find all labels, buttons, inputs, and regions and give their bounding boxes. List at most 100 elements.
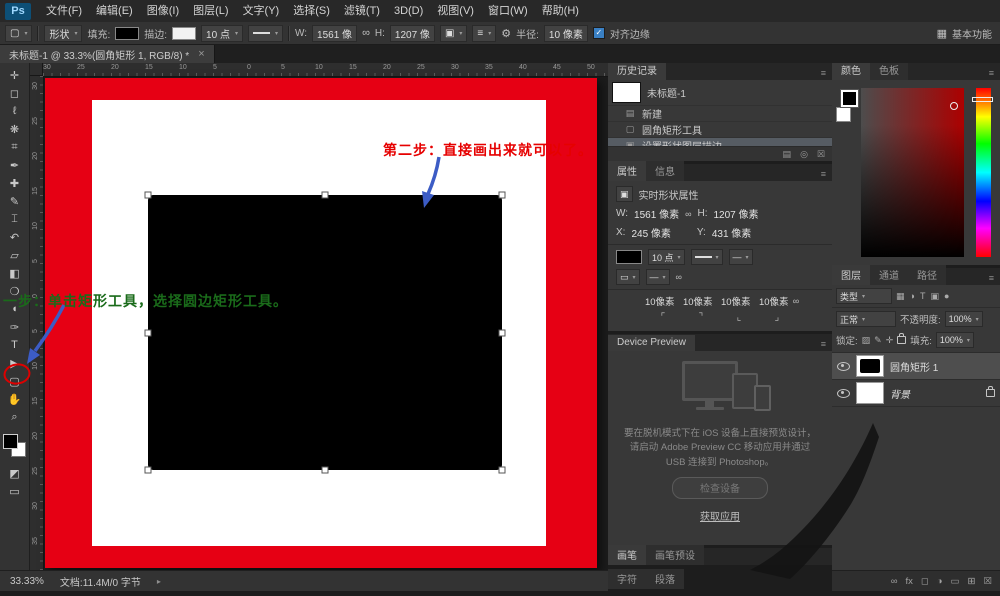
tool-mode-select[interactable]: 形状 — [44, 24, 83, 42]
pen-tool[interactable]: ✑ — [2, 318, 28, 336]
stroke-width-select[interactable]: 10 点 — [201, 24, 243, 42]
add-mask-icon[interactable]: ◻ — [921, 576, 929, 587]
selection-handle[interactable] — [321, 191, 329, 199]
shape-x-value[interactable]: 245 像素 — [631, 225, 670, 240]
brush-tool[interactable]: ✎ — [2, 192, 28, 210]
layer-style-icon[interactable]: fx — [905, 576, 912, 587]
shape-h-value[interactable]: 1207 像素 — [714, 206, 759, 221]
panel-menu-icon[interactable]: ≡ — [815, 337, 832, 351]
tab-character[interactable]: 字符 — [608, 569, 646, 589]
clone-stamp-tool[interactable]: ⌶ — [2, 210, 28, 228]
lock-transparency-icon[interactable]: ▨ — [862, 335, 871, 346]
shape-stroke-cap-select[interactable]: — — [728, 249, 753, 265]
document-white-area[interactable] — [92, 100, 546, 546]
layer-thumbnail[interactable] — [856, 382, 884, 404]
zoom-level[interactable]: 33.33% — [10, 576, 44, 587]
get-app-link[interactable]: 获取应用 — [608, 508, 832, 523]
ruler-origin-corner[interactable] — [30, 63, 43, 76]
history-brush-tool[interactable]: ↶ — [2, 228, 28, 246]
fill-value[interactable]: 100% — [935, 332, 974, 348]
shape-settings-gear-icon[interactable]: ⚙ — [501, 27, 511, 40]
corner-bottom-left-icon[interactable]: ⌞ — [727, 312, 751, 323]
tab-color[interactable]: 颜色 — [832, 60, 870, 80]
menu-item[interactable]: 帮助(H) — [535, 0, 586, 22]
tab-paths[interactable]: 路径 — [908, 265, 946, 285]
shape-stroke-style-select[interactable] — [690, 249, 723, 265]
lock-position-icon[interactable]: ✛ — [886, 335, 894, 346]
shape-width-input[interactable]: 1561 像 — [312, 24, 358, 42]
hue-slider[interactable] — [976, 88, 991, 257]
selection-handle[interactable] — [498, 329, 506, 336]
layer-visibility-eye-icon[interactable] — [837, 388, 850, 398]
shape-w-value[interactable]: 1561 像素 — [634, 206, 679, 221]
tab-properties[interactable]: 属性 — [608, 161, 646, 181]
corner-radius-bl-value[interactable]: 10像素 — [717, 294, 755, 308]
selection-handle[interactable] — [144, 466, 152, 474]
eraser-tool[interactable]: ▱ — [2, 246, 28, 264]
type-layer-filter-icon[interactable]: T — [920, 291, 926, 302]
adjustment-layer-filter-icon[interactable]: ◑ — [910, 291, 915, 302]
foreground-background-swatches[interactable] — [3, 434, 26, 457]
tool-preset-picker[interactable]: ▢ — [5, 24, 33, 42]
marquee-tool[interactable]: ◻ — [2, 84, 28, 102]
new-group-icon[interactable]: ▭ — [951, 576, 960, 587]
menu-item[interactable]: 文件(F) — [39, 0, 89, 22]
zoom-tool[interactable]: ⌕ — [2, 408, 28, 426]
selection-handle[interactable] — [498, 466, 506, 474]
layer-name[interactable]: 背景 — [890, 386, 910, 401]
layer-filter-type-select[interactable]: 类型 — [836, 288, 892, 304]
path-alignment-button[interactable]: ≡ — [472, 24, 497, 42]
shape-stroke-width-select[interactable]: 10 点 — [648, 249, 685, 265]
menu-item[interactable]: 3D(D) — [387, 0, 430, 22]
corner-top-right-icon[interactable]: ⌝ — [689, 312, 713, 323]
pixel-layer-filter-icon[interactable]: ▦ — [896, 291, 905, 302]
tab-channels[interactable]: 通道 — [870, 265, 908, 285]
layer-row-rounded-rectangle[interactable]: 圆角矩形 1 — [832, 353, 1000, 380]
delete-layer-icon[interactable]: ☒ — [983, 576, 992, 587]
stroke-color-swatch[interactable] — [172, 26, 197, 40]
new-doc-from-state-icon[interactable]: ▤ — [783, 149, 792, 160]
delete-state-icon[interactable]: ☒ — [817, 149, 825, 160]
shape-stroke-color-swatch[interactable] — [616, 250, 642, 264]
check-device-button[interactable]: 检查设备 — [672, 476, 768, 499]
stroke-corner-select[interactable]: — — [645, 269, 670, 285]
smart-object-filter-icon[interactable]: ● — [944, 291, 949, 302]
layer-row-background[interactable]: 背景 — [832, 380, 1000, 407]
lock-pixels-icon[interactable]: ✎ — [874, 335, 882, 346]
panel-menu-icon[interactable]: ≡ — [983, 271, 1000, 285]
selection-handle[interactable] — [321, 466, 329, 474]
type-tool[interactable]: T — [2, 336, 28, 354]
fill-color-swatch[interactable] — [115, 26, 140, 40]
rounded-rectangle-tool[interactable]: ▢ — [2, 372, 28, 390]
shape-layer-filter-icon[interactable]: ▣ — [930, 291, 939, 302]
foreground-color-swatch[interactable] — [3, 434, 18, 449]
link-dimensions-icon[interactable]: ∞ — [362, 27, 370, 39]
move-tool[interactable]: ✛ — [2, 66, 28, 84]
menu-item[interactable]: 视图(V) — [430, 0, 481, 22]
panel-menu-icon[interactable]: ≡ — [815, 167, 832, 181]
new-snapshot-icon[interactable]: ◎ — [800, 149, 808, 160]
corner-top-left-icon[interactable]: ⌜ — [651, 312, 675, 323]
selection-handle[interactable] — [498, 191, 506, 199]
menu-item[interactable]: 编辑(E) — [89, 0, 140, 22]
dodge-tool[interactable]: ◖ — [2, 300, 28, 318]
tab-info[interactable]: 信息 — [646, 161, 684, 181]
selection-handle[interactable] — [144, 329, 152, 336]
lock-all-icon[interactable] — [897, 333, 907, 344]
corner-bottom-right-icon[interactable]: ⌟ — [765, 312, 789, 323]
opacity-value[interactable]: 100% — [944, 311, 983, 327]
align-edges-checkbox[interactable]: ✓ — [592, 27, 605, 39]
history-state-row[interactable]: ▢ 圆角矩形工具 — [608, 121, 832, 137]
corner-radius-tl-value[interactable]: 10像素 — [641, 294, 679, 308]
document-red-background[interactable] — [45, 78, 597, 568]
hue-slider-marker[interactable] — [972, 97, 993, 102]
saturation-brightness-field[interactable] — [861, 88, 964, 257]
menu-item[interactable]: 窗口(W) — [481, 0, 535, 22]
path-operations-button[interactable]: ▣ — [439, 24, 468, 42]
layer-name[interactable]: 圆角矩形 1 — [890, 359, 938, 374]
healing-brush-tool[interactable]: ✚ — [2, 174, 28, 192]
selection-handle[interactable] — [144, 191, 152, 199]
link-layers-icon[interactable]: ∞ — [891, 576, 898, 587]
workspace-switcher[interactable]: ▦ 基本功能 — [937, 22, 992, 44]
menu-item[interactable]: 图层(L) — [186, 0, 235, 22]
